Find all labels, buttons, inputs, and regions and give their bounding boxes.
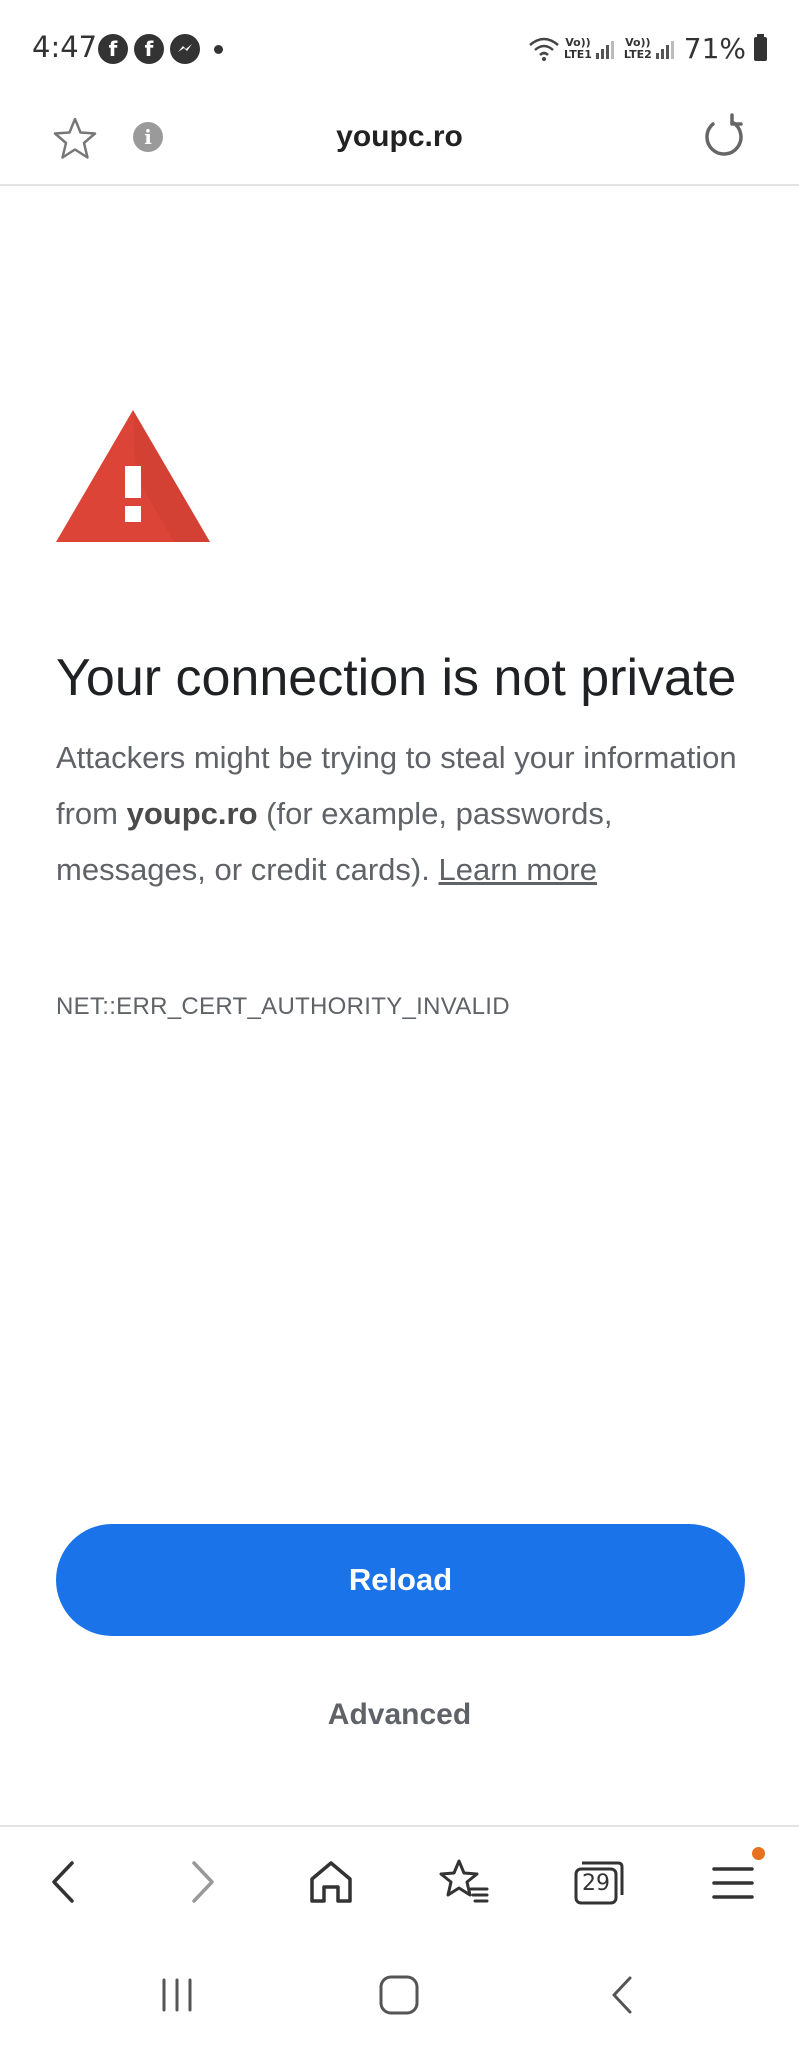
tabs-button[interactable]: 29 (572, 1855, 626, 1909)
status-indicators: Vo)) LTE1 Vo)) LTE2 71% (528, 32, 767, 65)
browser-bottom-bar: 29 (0, 1825, 799, 1935)
status-time: 4:47 (32, 30, 98, 64)
error-description: Attackers might be trying to steal your … (56, 730, 756, 898)
warning-triangle-icon (56, 410, 210, 542)
signal-2-icon (655, 39, 674, 59)
reload-icon[interactable] (699, 112, 749, 162)
bookmarks-icon[interactable] (437, 1855, 491, 1909)
status-bar: 4:47 f f Vo)) LTE1 Vo)) LTE2 71% (0, 0, 799, 100)
url-bar: i youpc.ro (0, 100, 799, 186)
back-icon[interactable] (38, 1855, 92, 1909)
facebook-icon: f (98, 34, 128, 64)
page-title: Your connection is not private (56, 649, 737, 707)
signal-1-icon (595, 39, 614, 59)
status-app-icons: f f (98, 34, 223, 64)
back-nav-icon[interactable] (598, 1970, 648, 2020)
home-nav-icon[interactable] (374, 1970, 424, 2020)
error-code: NET::ERR_CERT_AUTHORITY_INVALID (56, 993, 510, 1020)
notification-dot-icon (214, 44, 223, 54)
system-nav-bar (0, 1940, 799, 2048)
messenger-icon (170, 34, 200, 64)
tab-count: 29 (582, 1871, 610, 1896)
url-text[interactable]: youpc.ro (0, 120, 799, 154)
recent-apps-icon[interactable] (152, 1970, 202, 2020)
volte-lte1-indicator: Vo)) LTE1 (564, 35, 592, 61)
volte-lte2-indicator: Vo)) LTE2 (623, 35, 652, 61)
reload-button[interactable]: Reload (56, 1524, 745, 1636)
facebook-icon: f (134, 34, 164, 64)
home-icon[interactable] (304, 1855, 358, 1909)
description-domain: youpc.ro (126, 796, 258, 831)
battery-percent: 71% (683, 32, 746, 65)
menu-icon[interactable] (706, 1855, 760, 1909)
notification-dot-icon (752, 1847, 765, 1860)
forward-icon[interactable] (174, 1855, 228, 1909)
learn-more-link[interactable]: Learn more (438, 852, 597, 887)
wifi-icon (529, 37, 559, 61)
advanced-button[interactable]: Advanced (0, 1698, 799, 1732)
battery-icon (754, 33, 767, 61)
